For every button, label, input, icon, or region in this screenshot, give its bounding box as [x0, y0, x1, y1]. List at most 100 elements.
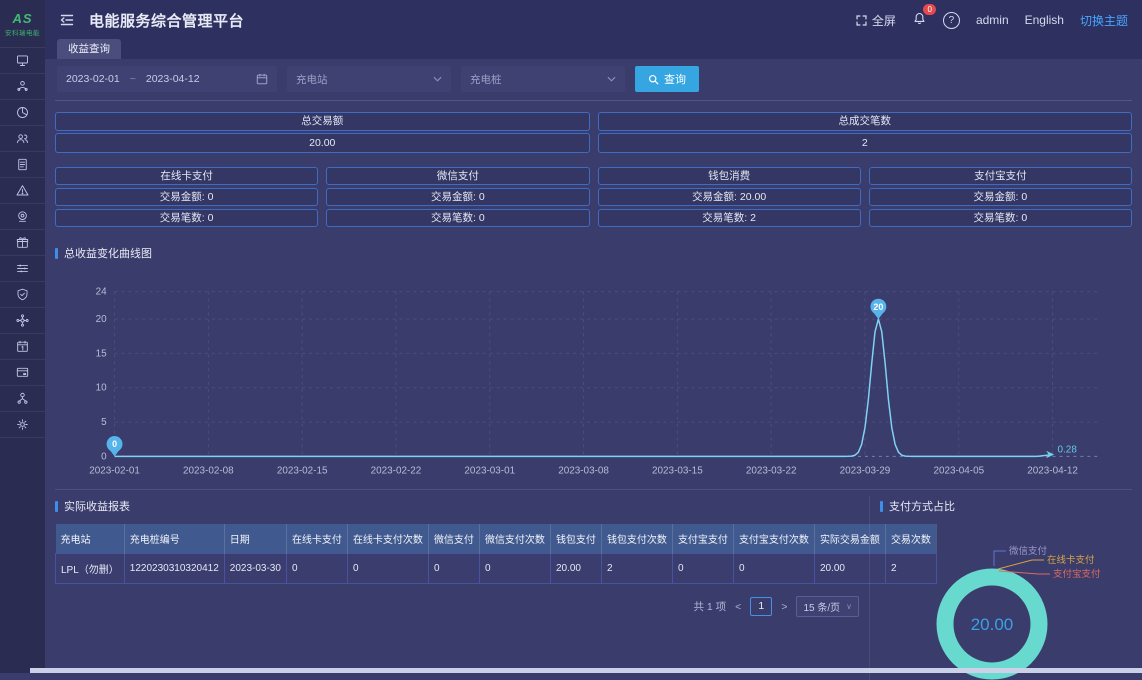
notification-bell[interactable]: 0 — [912, 11, 927, 29]
page-title: 电能服务综合管理平台 — [89, 10, 244, 31]
payment-card-title: 在线卡支付 — [55, 167, 318, 185]
table-header-cell: 在线卡支付次数 — [347, 524, 428, 554]
date-range-picker[interactable]: 2023-02-01 ~ 2023-04-12 — [57, 66, 277, 92]
summary-cards: 总交易额 20.00 总成交笔数 2 — [55, 112, 1132, 153]
data-pin-marker: 20 — [870, 299, 886, 319]
pie-callout-line — [994, 551, 1006, 566]
svg-text:20: 20 — [96, 314, 108, 325]
table-cell: 2023-03-30 — [224, 554, 286, 584]
svg-text:2023-04-05: 2023-04-05 — [933, 465, 984, 476]
revenue-line-chart: 05101520242023-02-012023-02-082023-02-15… — [55, 267, 1132, 483]
table-header-cell: 微信支付 — [428, 524, 479, 554]
pagination-total: 共 1 项 — [693, 599, 726, 614]
table-header-cell: 钱包支付 — [550, 524, 601, 554]
station-select[interactable]: 充电站 — [287, 66, 451, 92]
table-header-cell: 充电桩编号 — [124, 524, 224, 554]
menu-collapse-icon[interactable] — [59, 12, 75, 28]
fullscreen-button[interactable]: 全屏 — [855, 12, 896, 29]
language-switch[interactable]: English — [1025, 13, 1064, 27]
sidebar-item-data-flow[interactable] — [0, 256, 45, 282]
payment-card-wallet: 钱包消费 交易金额: 20.00 交易笔数: 2 — [598, 167, 861, 227]
svg-text:2023-04-12: 2023-04-12 — [1027, 465, 1078, 476]
notification-badge: 0 — [923, 4, 935, 15]
table-cell: 0 — [672, 554, 733, 584]
sidebar-item-control-hub[interactable] — [0, 308, 45, 334]
svg-text:2023-03-22: 2023-03-22 — [746, 465, 797, 476]
payment-card-amount: 交易金额: 0 — [869, 188, 1132, 206]
sidebar-item-user-group[interactable] — [0, 126, 45, 152]
svg-text:20: 20 — [873, 302, 883, 312]
date-start-value: 2023-02-01 — [66, 73, 120, 85]
summary-card-title: 总成交笔数 — [598, 112, 1133, 131]
pagination-next-button[interactable]: > — [781, 601, 787, 613]
payment-card-count: 交易笔数: 0 — [869, 209, 1132, 227]
table-header-cell: 日期 — [224, 524, 286, 554]
table-title: 实际收益报表 — [64, 498, 130, 514]
section-title-pie: 支付方式占比 — [870, 496, 1132, 520]
sidebar-item-monitor[interactable] — [0, 48, 45, 74]
calendar-icon — [15, 339, 30, 354]
help-icon[interactable]: ? — [943, 12, 960, 29]
revenue-table: 充电站充电桩编号日期在线卡支付在线卡支付次数微信支付微信支付次数钱包支付钱包支付… — [55, 524, 937, 584]
donut-center-value: 20.00 — [971, 615, 1014, 634]
sidebar-item-calendar[interactable] — [0, 334, 45, 360]
chevron-down-icon: ∨ — [846, 602, 852, 611]
pie-callout-label: 在线卡支付 — [1047, 554, 1095, 566]
section-title-bar — [55, 501, 58, 512]
section-title-line-chart: 总收益变化曲线图 — [55, 243, 1132, 267]
svg-text:15: 15 — [96, 348, 108, 359]
webcam-icon — [15, 209, 30, 224]
sidebar-nav — [0, 48, 45, 438]
payment-card-amount: 交易金额: 0 — [326, 188, 589, 206]
svg-text:2023-03-29: 2023-03-29 — [840, 465, 891, 476]
data-pin-marker: 0 — [107, 436, 123, 456]
pile-select[interactable]: 充电桩 — [461, 66, 625, 92]
page-size-select[interactable]: 15 条/页 ∨ — [796, 596, 859, 617]
pie-callout-label: 微信支付 — [1009, 545, 1048, 557]
sidebar-item-document[interactable] — [0, 152, 45, 178]
section-title-table: 实际收益报表 — [55, 496, 859, 520]
brand-logo[interactable]: AS 安科瑞电能 — [0, 0, 45, 48]
table-cell: 0 — [479, 554, 550, 584]
table-cell: 2 — [601, 554, 672, 584]
table-cell: 0 — [733, 554, 814, 584]
sidebar-item-settings-gear[interactable] — [0, 412, 45, 438]
sidebar-item-shield[interactable] — [0, 282, 45, 308]
svg-text:2023-03-15: 2023-03-15 — [652, 465, 703, 476]
sidebar-item-account-tree[interactable] — [0, 386, 45, 412]
sidebar-item-alert-triangle[interactable] — [0, 178, 45, 204]
theme-toggle-link[interactable]: 切换主题 — [1080, 12, 1128, 29]
sidebar-item-billing-panel[interactable] — [0, 360, 45, 386]
payment-card-title: 支付宝支付 — [869, 167, 1132, 185]
fullscreen-icon — [855, 14, 868, 27]
search-icon — [648, 74, 659, 85]
sidebar-item-webcam[interactable] — [0, 204, 45, 230]
sidebar-item-gift[interactable] — [0, 230, 45, 256]
summary-card-value: 2 — [598, 133, 1133, 153]
revenue-table-panel: 实际收益报表 充电站充电桩编号日期在线卡支付在线卡支付次数微信支付微信支付次数钱… — [55, 496, 869, 680]
table-header-cell: 支付宝支付次数 — [733, 524, 814, 554]
payment-card-count: 交易笔数: 0 — [326, 209, 589, 227]
svg-text:2023-03-01: 2023-03-01 — [464, 465, 515, 476]
table-header-cell: 钱包支付次数 — [601, 524, 672, 554]
sidebar: AS 安科瑞电能 — [0, 0, 45, 673]
user-menu[interactable]: admin — [976, 13, 1009, 27]
payment-share-donut-chart: 20.00微信支付在线卡支付支付宝支付 — [870, 520, 1132, 680]
sidebar-item-org-chart[interactable] — [0, 74, 45, 100]
pagination-current-page[interactable]: 1 — [750, 597, 772, 616]
tab-bar: 收益查询 — [45, 40, 1142, 59]
payment-card-amount: 交易金额: 0 — [55, 188, 318, 206]
page-size-label: 15 条/页 — [803, 599, 840, 614]
search-button[interactable]: 查询 — [635, 66, 699, 92]
page-bottom-edge — [30, 668, 1142, 673]
table-row[interactable]: LPL（勿删）12202303103204122023-03-30000020.… — [56, 554, 937, 584]
pagination-prev-button[interactable]: < — [735, 601, 741, 613]
payment-card-count: 交易笔数: 2 — [598, 209, 861, 227]
svg-text:0: 0 — [101, 451, 107, 462]
svg-text:0: 0 — [112, 439, 117, 449]
section-title-bar — [880, 501, 883, 512]
payment-share-panel: 支付方式占比 20.00微信支付在线卡支付支付宝支付 — [869, 496, 1132, 680]
sidebar-item-pie-clock[interactable] — [0, 100, 45, 126]
revenue-line-chart-section: 总收益变化曲线图 05101520242023-02-012023-02-082… — [55, 243, 1132, 483]
tab-revenue-query[interactable]: 收益查询 — [57, 39, 121, 59]
